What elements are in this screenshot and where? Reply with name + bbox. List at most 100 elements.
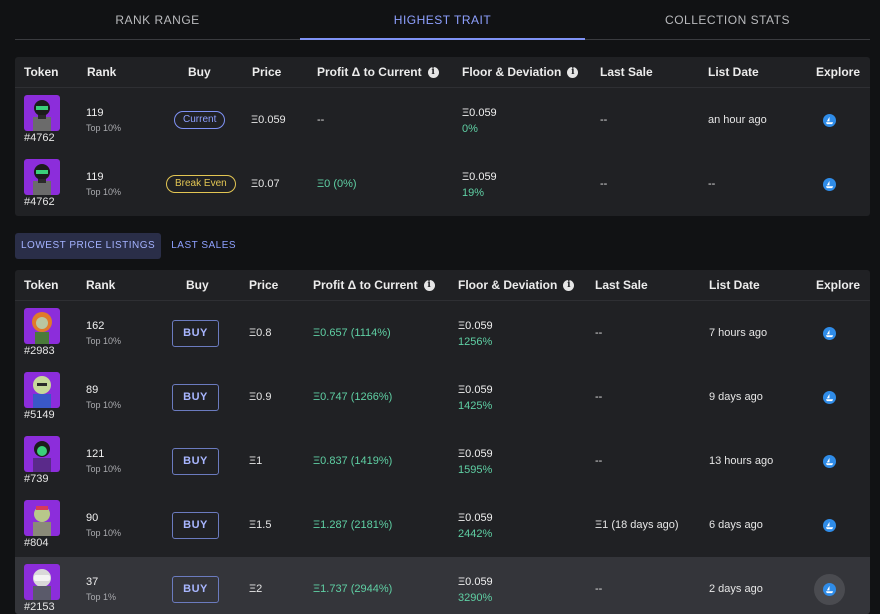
token-thumbnail[interactable] (24, 95, 60, 131)
col-floor-label: Floor & Deviation (462, 65, 562, 79)
list-date: -- (708, 178, 716, 190)
col-last-sale: Last Sale (600, 65, 653, 79)
col-profit-label: Profit Δ to Current (317, 65, 422, 79)
listing-subtabs: LOWEST PRICE LISTINGS LAST SALES (15, 233, 242, 259)
token-thumbnail[interactable] (24, 564, 60, 600)
info-icon[interactable]: i (563, 280, 575, 291)
rank-value: 90 (86, 512, 99, 524)
floor-deviation: 1595% (458, 464, 493, 476)
rank-value: 89 (86, 384, 99, 396)
price: Ξ0.07 (251, 178, 280, 190)
trait-table: Token Rank Buy Price Profit Δ to Current… (15, 57, 870, 216)
token-thumbnail[interactable] (24, 500, 60, 536)
col-rank: Rank (87, 65, 117, 79)
price: Ξ1.5 (249, 519, 272, 531)
buy-button[interactable]: BUY (172, 576, 219, 603)
table-row: #2153 37 Top 1% BUY Ξ2 Ξ1.737 (2944%) Ξ0… (15, 557, 870, 614)
floor-deviation: 3290% (458, 592, 493, 604)
table-row: #2983 162 Top 10% BUY Ξ0.8 Ξ0.657 (1114%… (15, 301, 870, 365)
token-thumbnail[interactable] (24, 308, 60, 344)
explore-icon[interactable] (823, 114, 836, 127)
price: Ξ1 (249, 455, 263, 467)
floor-price: Ξ0.059 (462, 171, 497, 183)
col-list-date: List Date (709, 278, 760, 292)
token-id[interactable]: #2983 (24, 345, 55, 357)
table-header: Token Rank Buy Price Profit Δ to Current… (15, 270, 870, 301)
token-thumbnail[interactable] (24, 159, 60, 195)
last-sale: -- (595, 455, 603, 467)
price: Ξ2 (249, 583, 263, 595)
floor-deviation: 2442% (458, 528, 493, 540)
rank-value: 162 (86, 320, 105, 332)
explore-icon[interactable] (823, 178, 836, 191)
table-row: #739 121 Top 10% BUY Ξ1 Ξ0.837 (1419%) Ξ… (15, 429, 870, 493)
buy-button[interactable]: BUY (172, 448, 219, 475)
current-badge: Current (174, 111, 226, 129)
floor-deviation: 1425% (458, 400, 493, 412)
col-buy: Buy (188, 65, 211, 79)
profit: Ξ0.837 (1419%) (313, 455, 393, 467)
explore-icon[interactable] (823, 455, 836, 468)
token-id[interactable]: #804 (24, 537, 48, 549)
col-rank: Rank (86, 278, 116, 292)
last-sale: -- (595, 391, 603, 403)
col-floor-label: Floor & Deviation (458, 278, 558, 292)
last-sale: -- (595, 327, 603, 339)
floor-price: Ξ0.059 (458, 576, 493, 588)
floor-price: Ξ0.059 (458, 320, 493, 332)
list-date: 13 hours ago (709, 455, 774, 467)
rank-tier: Top 10% (86, 528, 122, 538)
price: Ξ0.8 (249, 327, 272, 339)
list-date: 2 days ago (709, 583, 763, 595)
info-icon[interactable]: i (567, 67, 579, 78)
table-row: #4762 119 Top 10% Current Ξ0.059 -- Ξ0.0… (15, 88, 870, 152)
table-header: Token Rank Buy Price Profit Δ to Current… (15, 57, 870, 88)
rank-tier: Top 10% (86, 187, 122, 197)
explore-icon[interactable] (823, 583, 836, 596)
rank-tier: Top 10% (86, 464, 122, 474)
col-floor: Floor & Deviation i (458, 270, 575, 301)
tab-lowest-price-listings[interactable]: LOWEST PRICE LISTINGS (15, 233, 162, 259)
explore-icon[interactable] (823, 519, 836, 532)
col-list-date: List Date (708, 65, 759, 79)
price: Ξ0.059 (251, 114, 286, 126)
token-id[interactable]: #2153 (24, 601, 55, 613)
buy-button[interactable]: BUY (172, 512, 219, 539)
token-thumbnail[interactable] (24, 436, 60, 472)
last-sale: Ξ1 (18 days ago) (595, 519, 679, 531)
rank-tier: Top 1% (86, 592, 117, 602)
tab-highest-trait[interactable]: HIGHEST TRAIT (300, 0, 585, 40)
tab-last-sales[interactable]: LAST SALES (165, 233, 242, 259)
last-sale: -- (600, 178, 608, 190)
floor-deviation: 1256% (458, 336, 493, 348)
profit: Ξ0.657 (1114%) (313, 327, 391, 339)
last-sale: -- (595, 583, 603, 595)
token-id[interactable]: #4762 (24, 196, 55, 208)
listings-table: Token Rank Buy Price Profit Δ to Current… (15, 270, 870, 614)
explore-icon[interactable] (823, 327, 836, 340)
rank-tier: Top 10% (86, 123, 122, 133)
buy-button[interactable]: BUY (172, 320, 219, 347)
profit: -- (317, 114, 325, 126)
token-id[interactable]: #739 (24, 473, 48, 485)
buy-button[interactable]: BUY (172, 384, 219, 411)
col-explore: Explore (816, 278, 861, 292)
tab-rank-range[interactable]: RANK RANGE (15, 0, 300, 39)
col-price: Price (252, 65, 282, 79)
floor-price: Ξ0.059 (458, 512, 493, 524)
tab-collection-stats[interactable]: COLLECTION STATS (585, 0, 870, 39)
floor-price: Ξ0.059 (458, 384, 493, 396)
floor-deviation: 19% (462, 187, 485, 199)
info-icon[interactable]: i (427, 67, 439, 78)
token-thumbnail[interactable] (24, 372, 60, 408)
info-icon[interactable]: i (423, 280, 435, 291)
main-tabs: RANK RANGE HIGHEST TRAIT COLLECTION STAT… (15, 0, 870, 40)
rank-value: 119 (86, 171, 104, 183)
token-id[interactable]: #4762 (24, 132, 55, 144)
profit: Ξ1.287 (2181%) (313, 519, 393, 531)
table-row: #5149 89 Top 10% BUY Ξ0.9 Ξ0.747 (1266%)… (15, 365, 870, 429)
explore-icon[interactable] (823, 391, 836, 404)
floor-price: Ξ0.059 (458, 448, 493, 460)
token-id[interactable]: #5149 (24, 409, 55, 421)
rank-value: 37 (86, 576, 99, 588)
